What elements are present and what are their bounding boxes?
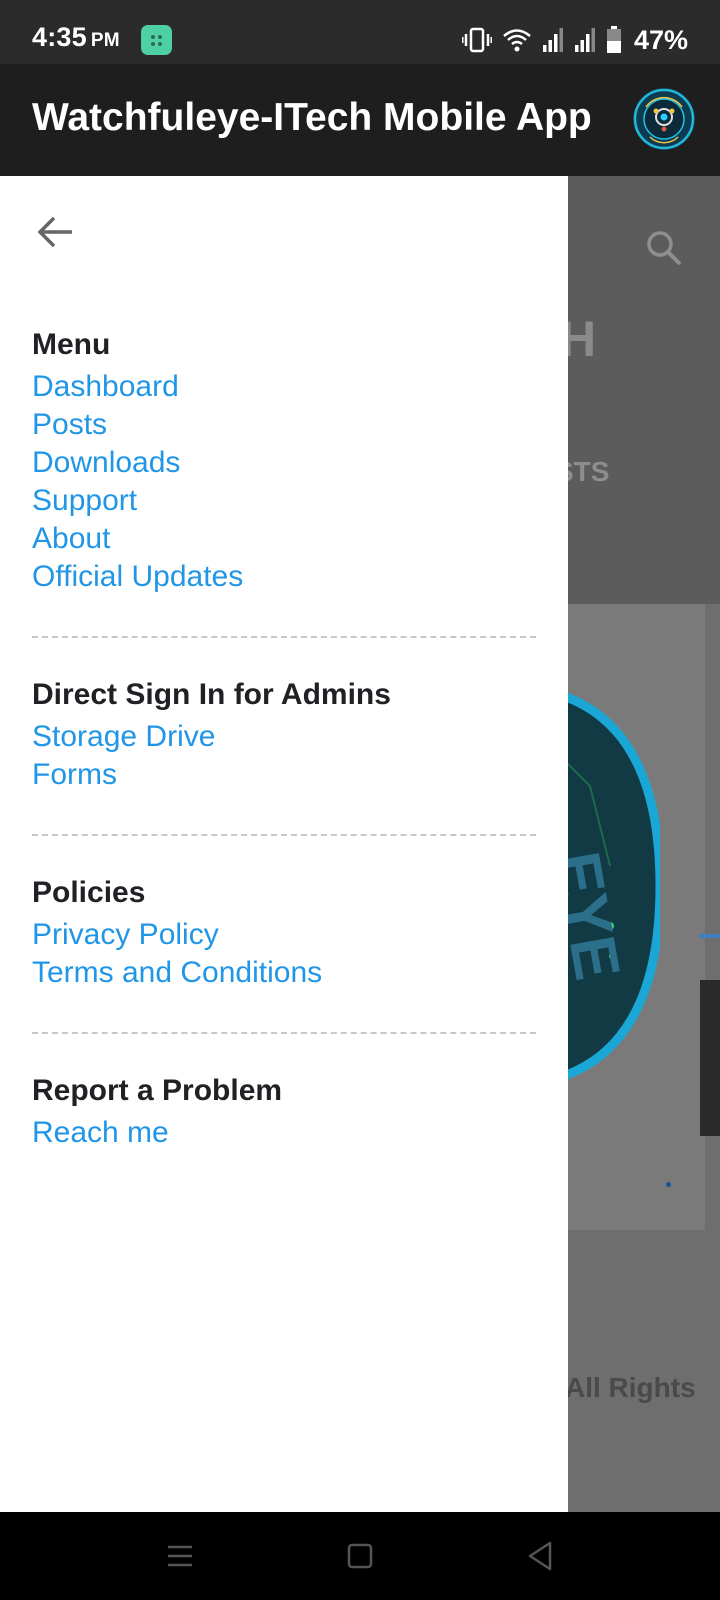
- watchfuleye-logo-icon[interactable]: [632, 87, 696, 151]
- status-icons: 47%: [461, 20, 688, 60]
- link-about[interactable]: About: [32, 520, 536, 558]
- arrow-back-icon[interactable]: [34, 210, 78, 254]
- background-footer-text: All Rights: [565, 1372, 696, 1403]
- section-title-menu: Menu: [32, 328, 111, 361]
- drawer-section-menu: Menu Dashboard Posts Downloads Support A…: [32, 326, 536, 596]
- app-title: Watchfuleye-ITech Mobile App: [32, 96, 592, 139]
- drawer-divider: [32, 1032, 536, 1034]
- status-time: 4:35 PM: [32, 22, 120, 53]
- link-terms-and-conditions[interactable]: Terms and Conditions: [32, 954, 536, 992]
- section-title-admins: Direct Sign In for Admins: [32, 678, 391, 711]
- link-storage-drive[interactable]: Storage Drive: [32, 718, 536, 756]
- link-forms[interactable]: Forms: [32, 756, 536, 794]
- section-title-report: Report a Problem: [32, 1074, 283, 1107]
- system-navigation-bar: [0, 1512, 720, 1600]
- battery-icon: [606, 26, 621, 53]
- section-title-policies: Policies: [32, 876, 146, 909]
- drawer-divider: [32, 834, 536, 836]
- drawer-section-policies: Policies Privacy Policy Terms and Condit…: [32, 874, 536, 992]
- app-bar: Watchfuleye-ITech Mobile App: [0, 64, 720, 176]
- screen: 4:35 PM 47% Watchfuleye-ITech Mobile App…: [0, 0, 720, 1600]
- background-divider: [700, 934, 720, 938]
- link-reach-me[interactable]: Reach me: [32, 1114, 536, 1152]
- background-strip: [700, 980, 720, 1136]
- wifi-icon: [503, 29, 531, 52]
- search-icon: [644, 228, 684, 268]
- link-dashboard[interactable]: Dashboard: [32, 368, 536, 406]
- signal-icon: [542, 28, 563, 52]
- back-icon[interactable]: [518, 1534, 562, 1578]
- vibrate-icon: [461, 27, 492, 53]
- link-downloads[interactable]: Downloads: [32, 444, 536, 482]
- drawer-section-admins: Direct Sign In for Admins Storage Drive …: [32, 676, 536, 794]
- link-support[interactable]: Support: [32, 482, 536, 520]
- link-official-updates[interactable]: Official Updates: [32, 558, 536, 596]
- battery-percent: 47%: [633, 24, 688, 55]
- carousel-dot: [666, 1182, 671, 1187]
- app-notification-icon: [141, 25, 172, 55]
- status-time-value: 4:35: [32, 22, 87, 52]
- recent-apps-icon[interactable]: [158, 1534, 202, 1578]
- drawer-divider: [32, 636, 536, 638]
- link-posts[interactable]: Posts: [32, 406, 536, 444]
- signal-icon: [574, 28, 595, 52]
- status-time-ampm: PM: [90, 30, 120, 51]
- drawer-section-report: Report a Problem Reach me: [32, 1072, 536, 1152]
- status-bar: 4:35 PM 47%: [0, 0, 720, 64]
- home-icon[interactable]: [338, 1534, 382, 1578]
- link-privacy-policy[interactable]: Privacy Policy: [32, 916, 536, 954]
- navigation-drawer: Menu Dashboard Posts Downloads Support A…: [0, 176, 568, 1512]
